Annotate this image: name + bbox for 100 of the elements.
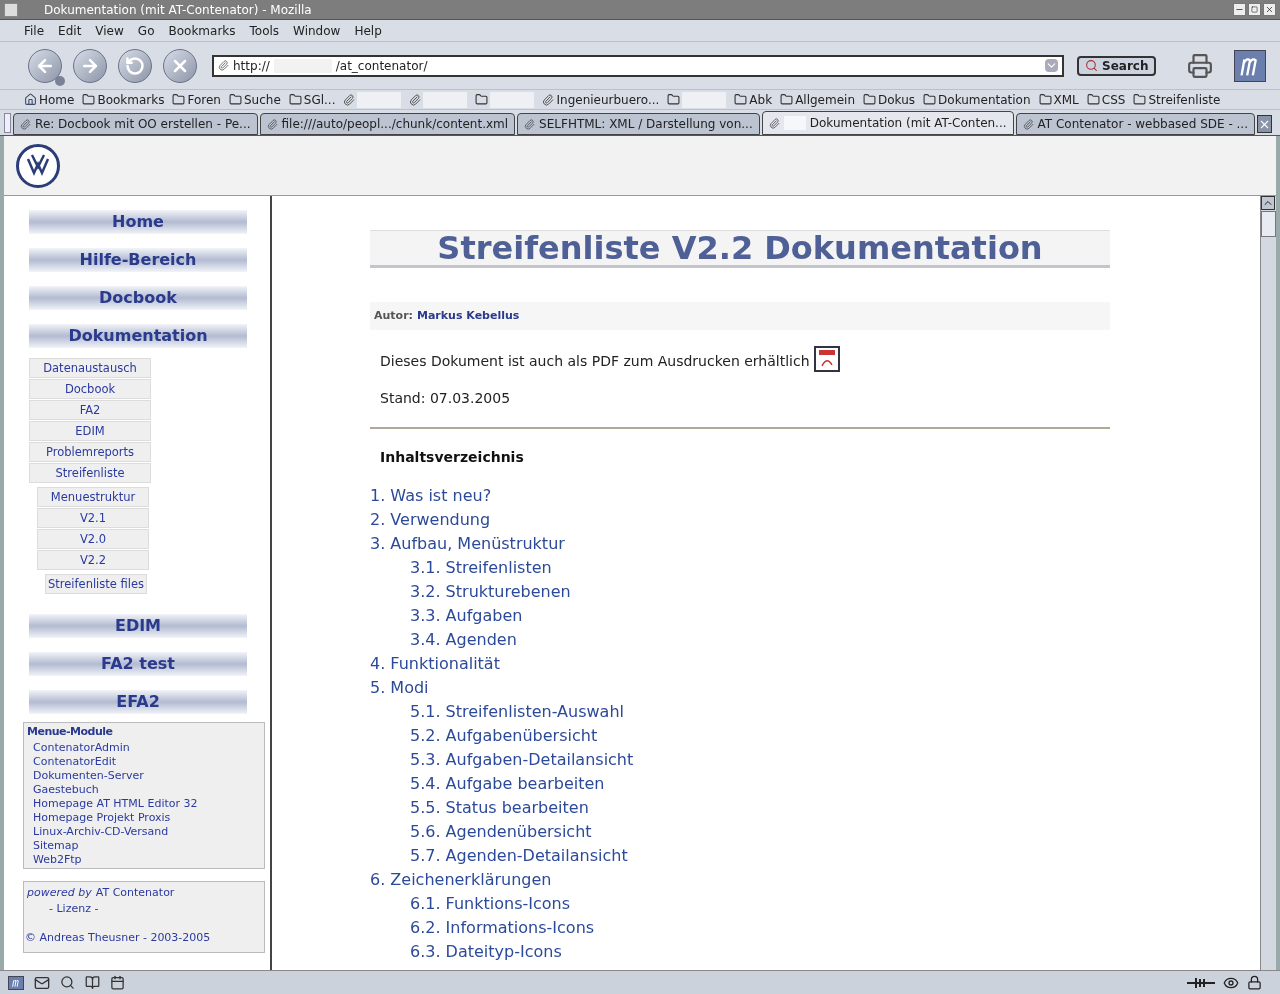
scrollbar-thumb[interactable]	[1261, 211, 1276, 237]
book-icon[interactable]	[85, 975, 100, 990]
bookmark-item[interactable]: Bookmarks	[97, 90, 165, 109]
calendar-icon[interactable]	[110, 975, 125, 990]
mail-icon[interactable]	[34, 974, 50, 991]
url-field[interactable]: http:// /at_contenator/	[212, 54, 1064, 77]
submenu-link[interactable]: V2.2	[37, 550, 149, 570]
submenu-link[interactable]: EDIM	[29, 421, 151, 441]
menu-item[interactable]: View	[95, 21, 124, 40]
menu-item[interactable]: Help	[354, 21, 382, 40]
bookmark-item[interactable]: CSS	[1101, 90, 1126, 109]
toc-link[interactable]: 5.7. Agenden-Detailansicht	[370, 844, 1110, 868]
toc-link[interactable]: 3.4. Agenden	[370, 628, 1110, 652]
nav-link[interactable]: Dokumentation	[29, 324, 247, 348]
toc-link[interactable]: 3.3. Aufgaben	[370, 604, 1110, 628]
toc-link[interactable]: 5.3. Aufgaben-Detailansicht	[370, 748, 1110, 772]
maximize-button[interactable]	[1248, 3, 1261, 16]
toc-link[interactable]: 5.4. Aufgabe bearbeiten	[370, 772, 1110, 796]
bookmark-item[interactable]: XML	[1053, 90, 1079, 109]
nav-link[interactable]: Hilfe-Bereich	[29, 248, 247, 272]
browser-tab[interactable]: Re: Docbook mit OO erstellen - Pe...	[13, 113, 258, 135]
menu-item[interactable]: Edit	[58, 21, 82, 40]
window-menu-icon[interactable]	[4, 2, 18, 17]
submenu-link[interactable]: V2.1	[37, 508, 149, 528]
submenu-link[interactable]: V2.0	[37, 529, 149, 549]
powered-by-text: powered by	[27, 884, 92, 901]
bookmark-item[interactable]: Ingenieurbuero...	[556, 90, 660, 109]
module-link[interactable]: Homepage AT HTML Editor 32	[27, 796, 261, 811]
toc-link[interactable]: 3.2. Strukturebenen	[370, 580, 1110, 604]
nav-link[interactable]: Docbook	[29, 286, 247, 310]
submenu-link[interactable]: Menuestruktur	[37, 487, 149, 507]
toc-link[interactable]: 2. Verwendung	[370, 508, 1110, 532]
module-link[interactable]: ContenatorEdit	[27, 754, 261, 769]
toc-link[interactable]: 5.2. Aufgabenübersicht	[370, 724, 1110, 748]
bookmark-item[interactable]: Foren	[187, 90, 221, 109]
toc-link[interactable]: 5. Modi	[370, 676, 1110, 700]
module-link[interactable]: Gaestebuch	[27, 782, 261, 797]
toc-link[interactable]: 5.6. Agendenübersicht	[370, 820, 1110, 844]
menu-item[interactable]: Tools	[249, 21, 280, 40]
browser-tab[interactable]: SELFHTML: XML / Darstellung von...	[517, 113, 760, 135]
reload-button[interactable]	[118, 48, 152, 83]
submenu-link[interactable]: Docbook	[29, 379, 151, 399]
close-button[interactable]	[1263, 3, 1276, 16]
nav-link[interactable]: EDIM	[29, 614, 247, 638]
scroll-up-icon[interactable]	[1261, 196, 1275, 210]
mozilla-logo-icon[interactable]	[1234, 49, 1267, 82]
magnifier-icon[interactable]	[60, 975, 75, 990]
submenu-link[interactable]: Streifenliste files	[45, 574, 147, 594]
folder-icon	[82, 93, 96, 106]
pdf-icon[interactable]	[813, 346, 840, 372]
product-link[interactable]: AT Contenator	[95, 884, 175, 901]
menu-item[interactable]: Go	[137, 21, 155, 40]
scrollbar-track[interactable]	[1260, 196, 1276, 970]
module-link[interactable]: Homepage Projekt Proxis	[27, 810, 261, 825]
nav-link[interactable]: FA2 test	[29, 652, 247, 676]
minimize-button[interactable]	[1233, 3, 1246, 16]
bookmark-item[interactable]: SGl...	[303, 90, 336, 109]
search-button[interactable]: Search	[1077, 55, 1157, 76]
mozilla-logo-icon[interactable]	[8, 975, 24, 990]
module-link[interactable]: Web2Ftp	[27, 852, 261, 867]
toc-link[interactable]: 5.1. Streifenlisten-Auswahl	[370, 700, 1110, 724]
toc-link[interactable]: 6.2. Informations-Icons	[370, 916, 1110, 940]
browser-tab[interactable]: Dokumentation (mit AT-Conten...	[761, 111, 1014, 135]
module-link[interactable]: Linux-Archiv-CD-Versand	[27, 824, 261, 839]
stop-button[interactable]	[163, 48, 197, 83]
license-link[interactable]: - Lizenz -	[27, 901, 261, 918]
bookmark-item[interactable]: Suche	[243, 90, 281, 109]
bookmark-item[interactable]: Dokus	[878, 90, 916, 109]
browser-tab[interactable]: AT Contenator - webbased SDE - ...	[1015, 113, 1255, 135]
submenu-link[interactable]: Datenaustausch	[29, 358, 151, 378]
back-button[interactable]	[28, 48, 62, 83]
submenu-link[interactable]: FA2	[29, 400, 151, 420]
close-tab-button[interactable]	[1257, 115, 1272, 133]
printer-icon[interactable]	[1187, 52, 1214, 79]
bookmark-item[interactable]: Home	[39, 90, 75, 109]
submenu-link[interactable]: Streifenliste	[29, 463, 151, 483]
menu-item[interactable]: File	[24, 21, 45, 40]
author-link[interactable]: Markus Kebellus	[417, 307, 520, 325]
nav-link[interactable]: EFA2	[29, 690, 247, 714]
browser-tab[interactable]: file:///auto/peopl.../chunk/content.xml	[259, 113, 516, 135]
toc-link[interactable]: 6.1. Funktions-Icons	[370, 892, 1110, 916]
submenu-link[interactable]: Problemreports	[29, 442, 151, 462]
module-link[interactable]: Sitemap	[27, 838, 261, 853]
forward-button[interactable]	[73, 48, 107, 83]
bookmark-item[interactable]: Allgemein	[795, 90, 855, 109]
toc-link[interactable]: 1. Was ist neu?	[370, 484, 1110, 508]
bookmark-item[interactable]: Dokumentation	[938, 90, 1031, 109]
module-link[interactable]: ContenatorAdmin	[27, 740, 261, 755]
menu-item[interactable]: Bookmarks	[168, 21, 236, 40]
toc-link[interactable]: 4. Funktionalität	[370, 652, 1110, 676]
bookmark-item[interactable]: Streifenliste	[1148, 90, 1221, 109]
nav-link[interactable]: Home	[29, 210, 247, 234]
toc-link[interactable]: 3. Aufbau, Menüstruktur	[370, 532, 1110, 556]
toc-link[interactable]: 6.3. Dateityp-Icons	[370, 940, 1110, 964]
module-link[interactable]: Dokumenten-Server	[27, 768, 261, 783]
toc-link[interactable]: 5.5. Status bearbeiten	[370, 796, 1110, 820]
toc-link[interactable]: 3.1. Streifenlisten	[370, 556, 1110, 580]
toc-link[interactable]: 6. Zeichenerklärungen	[370, 868, 1110, 892]
menu-item[interactable]: Window	[293, 21, 341, 40]
bookmark-item[interactable]: Abk	[749, 90, 773, 109]
